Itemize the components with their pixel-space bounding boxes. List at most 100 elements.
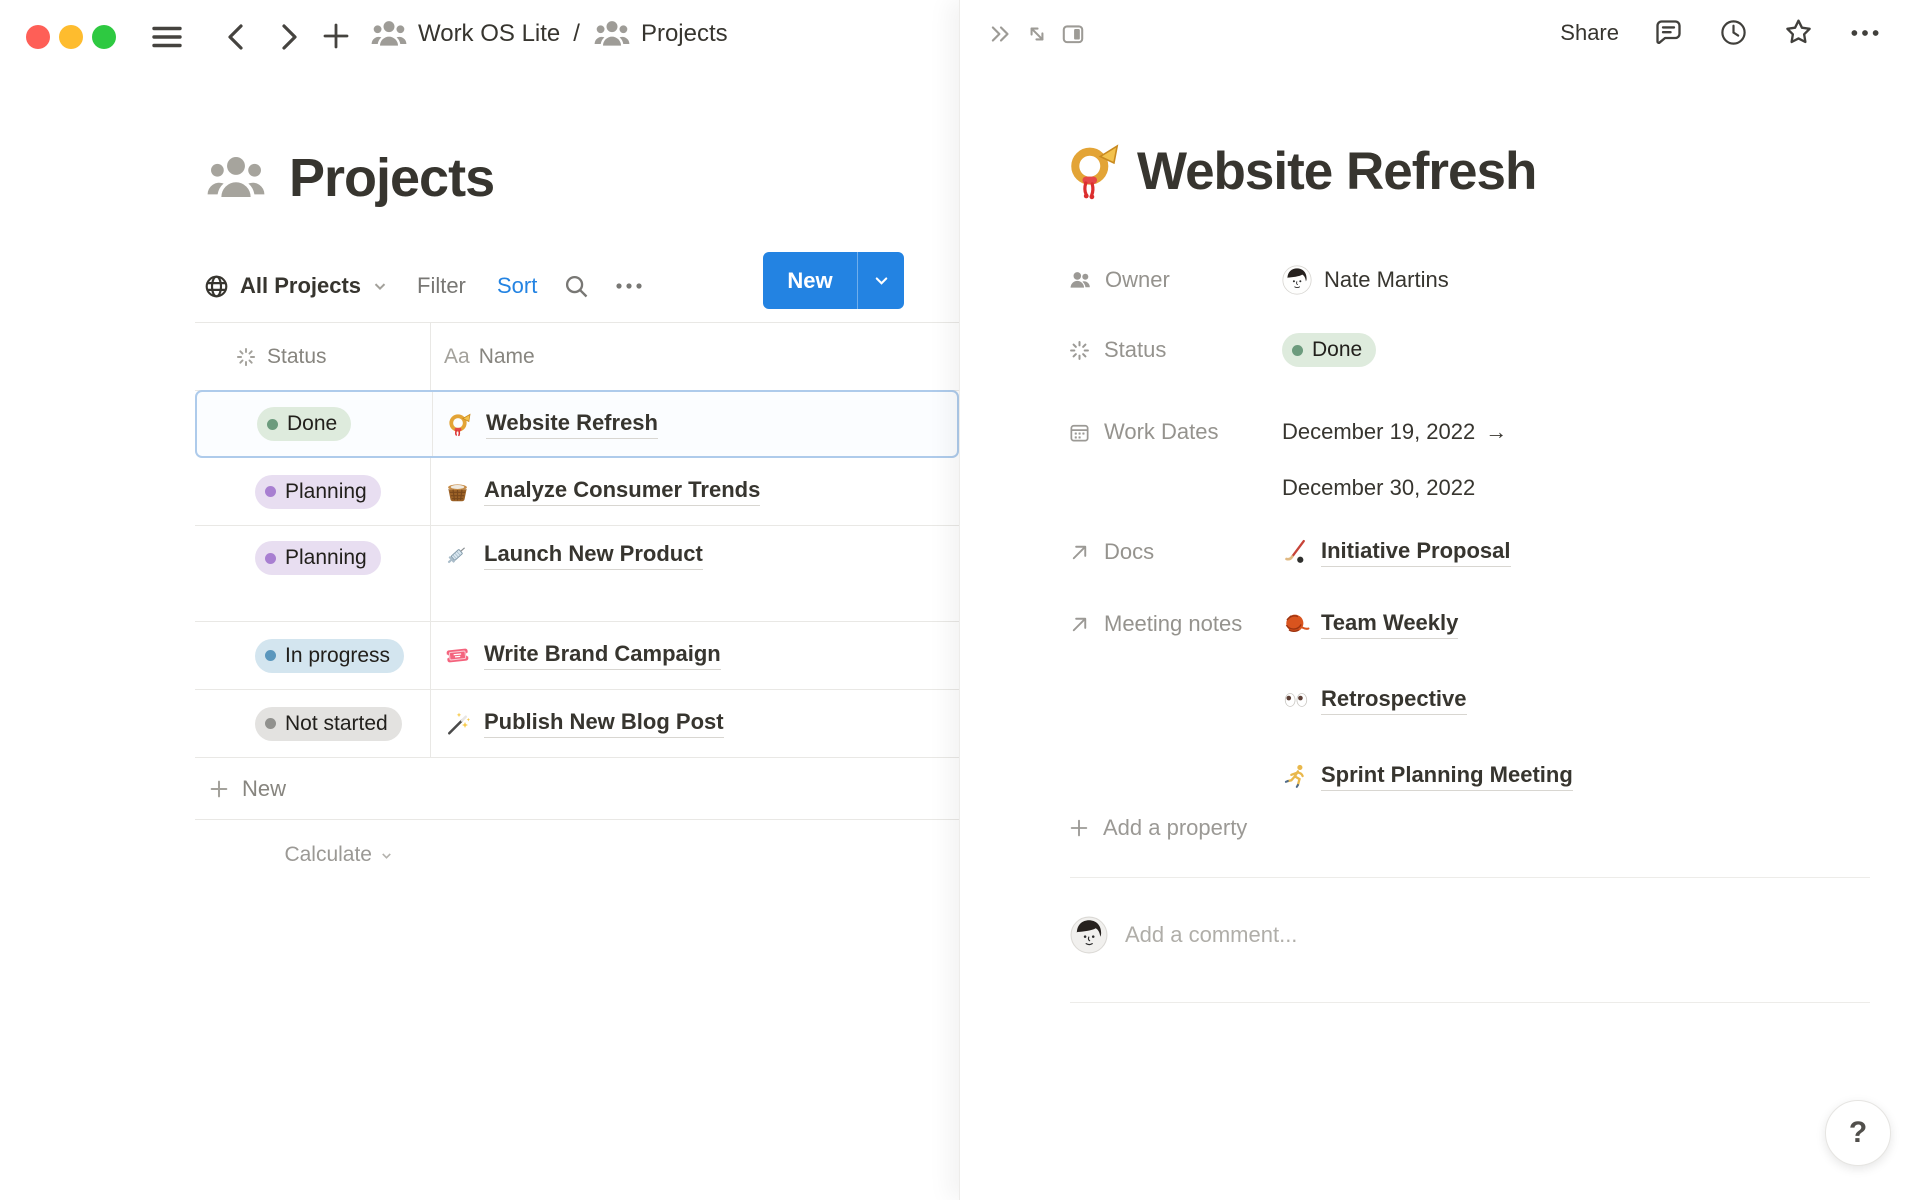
- share-button[interactable]: Share: [1560, 20, 1619, 46]
- status-cell[interactable]: Planning: [195, 526, 430, 621]
- property-row-work-dates: Work Dates December 19, 2022 → December …: [1068, 412, 1507, 508]
- breadcrumb-current-label: Projects: [641, 20, 728, 48]
- comment-composer: [1070, 916, 1545, 954]
- name-cell[interactable]: Launch New Product: [430, 526, 959, 621]
- name-cell[interactable]: Write Brand Campaign: [430, 622, 959, 689]
- text-type-icon: Aa: [444, 345, 470, 369]
- side-peek-icon[interactable]: [1060, 21, 1086, 47]
- add-property-button[interactable]: Add a property: [1068, 808, 1247, 848]
- table-row: Done Website Refresh: [195, 390, 959, 458]
- favorite-star-icon[interactable]: [1782, 16, 1815, 49]
- property-label-status[interactable]: Status: [1068, 330, 1282, 370]
- property-value-owner[interactable]: Nate Martins: [1282, 260, 1449, 300]
- divider: [1070, 877, 1870, 878]
- page-link[interactable]: Publish New Blog Post: [484, 709, 724, 738]
- postal-horn-icon: [1064, 140, 1122, 202]
- relation-link[interactable]: Team Weekly: [1282, 604, 1458, 644]
- people-icon: [593, 18, 631, 50]
- new-entry-dropdown-button[interactable]: [858, 252, 904, 309]
- minimize-window-button[interactable]: [59, 25, 83, 49]
- double-chevron-right-icon[interactable]: [988, 21, 1014, 47]
- relation-link[interactable]: Initiative Proposal: [1282, 532, 1511, 572]
- help-button[interactable]: ?: [1825, 1100, 1891, 1166]
- breadcrumb-separator: /: [573, 20, 580, 48]
- history-icon[interactable]: [1718, 17, 1749, 48]
- column-header-status[interactable]: Status: [195, 323, 430, 390]
- divider: [1070, 1002, 1870, 1003]
- more-options-button[interactable]: [613, 262, 645, 310]
- yarn-ball-icon: [1282, 610, 1310, 638]
- new-page-icon[interactable]: [320, 20, 352, 52]
- page-link[interactable]: Analyze Consumer Trends: [484, 477, 760, 506]
- page-link[interactable]: Website Refresh: [486, 410, 658, 439]
- date-start: December 19, 2022: [1282, 419, 1475, 445]
- status-dot: [265, 650, 276, 661]
- arrow-up-right-icon: [1068, 613, 1091, 636]
- status-cell[interactable]: Not started: [195, 690, 430, 757]
- property-row-owner: Owner Nate Martins: [1068, 260, 1449, 300]
- view-selector[interactable]: All Projects: [203, 262, 389, 310]
- name-cell[interactable]: Analyze Consumer Trends: [430, 458, 959, 525]
- table-row: Planning Analyze Consumer Trends: [195, 458, 959, 526]
- expand-icon[interactable]: [1024, 21, 1050, 47]
- relation-link[interactable]: Sprint Planning Meeting: [1282, 756, 1573, 796]
- plus-icon: [208, 778, 230, 800]
- magic-wand-icon: [444, 710, 471, 737]
- more-options-icon[interactable]: [1848, 18, 1882, 48]
- property-label-meeting-notes[interactable]: Meeting notes: [1068, 604, 1282, 644]
- page-title[interactable]: Projects: [289, 147, 494, 209]
- status-dot: [265, 553, 276, 564]
- people-icon: [370, 18, 408, 50]
- status-cell[interactable]: In progress: [195, 622, 430, 689]
- status-dot: [267, 419, 278, 430]
- property-row-status: Status Done: [1068, 330, 1376, 370]
- status-spinner-icon: [1068, 339, 1091, 362]
- page-link[interactable]: Launch New Product: [484, 541, 703, 570]
- zoom-window-button[interactable]: [92, 25, 116, 49]
- status-dot: [265, 718, 276, 729]
- sidebar-menu-icon[interactable]: [147, 17, 187, 57]
- breadcrumb-current[interactable]: Projects: [593, 18, 728, 50]
- property-value-work-dates[interactable]: December 19, 2022 → December 30, 2022: [1282, 412, 1507, 508]
- filter-button[interactable]: Filter: [417, 262, 466, 310]
- page-actions: Share: [1560, 16, 1882, 49]
- column-header-name[interactable]: Aa Name: [430, 323, 959, 390]
- property-label-owner[interactable]: Owner: [1068, 260, 1282, 300]
- comment-input[interactable]: [1125, 922, 1545, 948]
- property-value-status[interactable]: Done: [1282, 330, 1376, 370]
- property-value-meeting-notes: Team Weekly Retrospective Sprint Plannin…: [1282, 604, 1573, 796]
- forward-button[interactable]: [275, 22, 303, 52]
- table-row: In progress Write Brand Campaign: [195, 622, 959, 690]
- breadcrumb-workspace[interactable]: Work OS Lite: [370, 18, 560, 50]
- status-cell[interactable]: Planning: [195, 458, 430, 525]
- more-options-icon: [613, 272, 645, 300]
- table-new-row-button[interactable]: New: [195, 758, 959, 820]
- status-spinner-icon: [235, 346, 257, 368]
- avatar: [1070, 916, 1108, 954]
- property-value-docs: Initiative Proposal: [1282, 532, 1511, 572]
- search-icon: [562, 272, 590, 300]
- field-hockey-icon: [1282, 538, 1310, 566]
- peek-page-title[interactable]: Website Refresh: [1137, 141, 1536, 202]
- name-cell[interactable]: Website Refresh: [432, 392, 957, 456]
- runner-icon: [1282, 762, 1310, 790]
- sort-button[interactable]: Sort: [497, 262, 537, 310]
- search-button[interactable]: [562, 262, 590, 310]
- projects-table: Status Aa Name Done Website Refresh: [195, 322, 959, 890]
- property-label-work-dates[interactable]: Work Dates: [1068, 412, 1282, 452]
- calculate-button[interactable]: Calculate: [195, 820, 430, 890]
- date-end: December 30, 2022: [1282, 475, 1475, 501]
- property-label-docs[interactable]: Docs: [1068, 532, 1282, 572]
- name-cell[interactable]: Publish New Blog Post: [430, 690, 959, 757]
- comments-icon[interactable]: [1652, 16, 1685, 49]
- status-cell[interactable]: Done: [197, 392, 432, 456]
- page-link[interactable]: Write Brand Campaign: [484, 641, 721, 670]
- table-row: Not started Publish New Blog Post: [195, 690, 959, 758]
- peek-page-heading: Website Refresh: [1064, 140, 1536, 202]
- property-row-docs: Docs Initiative Proposal: [1068, 532, 1511, 572]
- new-entry-button[interactable]: New: [763, 252, 857, 309]
- left-panel: Work OS Lite / Projects Projects All Pro…: [0, 0, 959, 1200]
- close-window-button[interactable]: [26, 25, 50, 49]
- back-button[interactable]: [222, 22, 250, 52]
- relation-link[interactable]: Retrospective: [1282, 680, 1467, 720]
